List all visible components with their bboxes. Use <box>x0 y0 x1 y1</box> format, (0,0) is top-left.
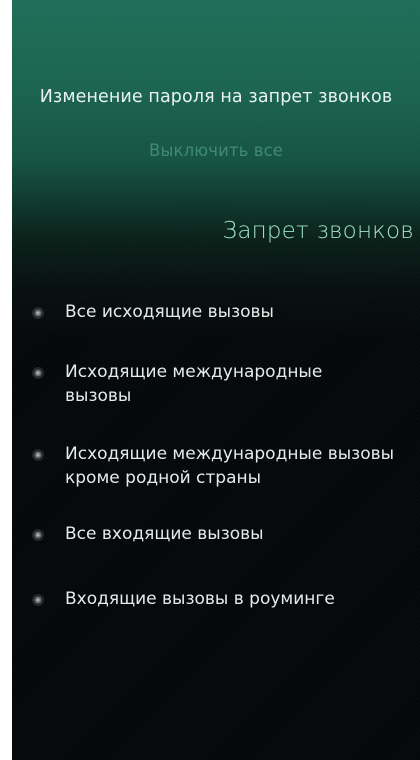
option-label: Исходящие международные вызовы <box>65 362 323 406</box>
radio-indicator-icon <box>31 366 45 380</box>
radio-indicator-icon <box>31 593 45 607</box>
radio-indicator-icon <box>31 528 45 542</box>
pulley-item-disable-all[interactable]: Выключить все <box>0 141 420 160</box>
option-label: Входящие вызовы в роуминге <box>65 589 335 609</box>
option-label: Исходящие международные вызовы кроме род… <box>65 444 395 488</box>
radio-indicator-icon <box>31 448 45 462</box>
pulley-item-change-password[interactable]: Изменение пароля на запрет звонков <box>0 87 420 107</box>
radio-indicator-icon <box>31 306 45 320</box>
call-barring-screen: Изменение пароля на запрет звонков Выклю… <box>0 0 420 760</box>
screen-edge <box>0 0 12 760</box>
page-title: Запрет звонков <box>222 218 414 244</box>
option-label: Все исходящие вызовы <box>65 302 274 322</box>
option-label: Все входящие вызовы <box>65 524 264 544</box>
